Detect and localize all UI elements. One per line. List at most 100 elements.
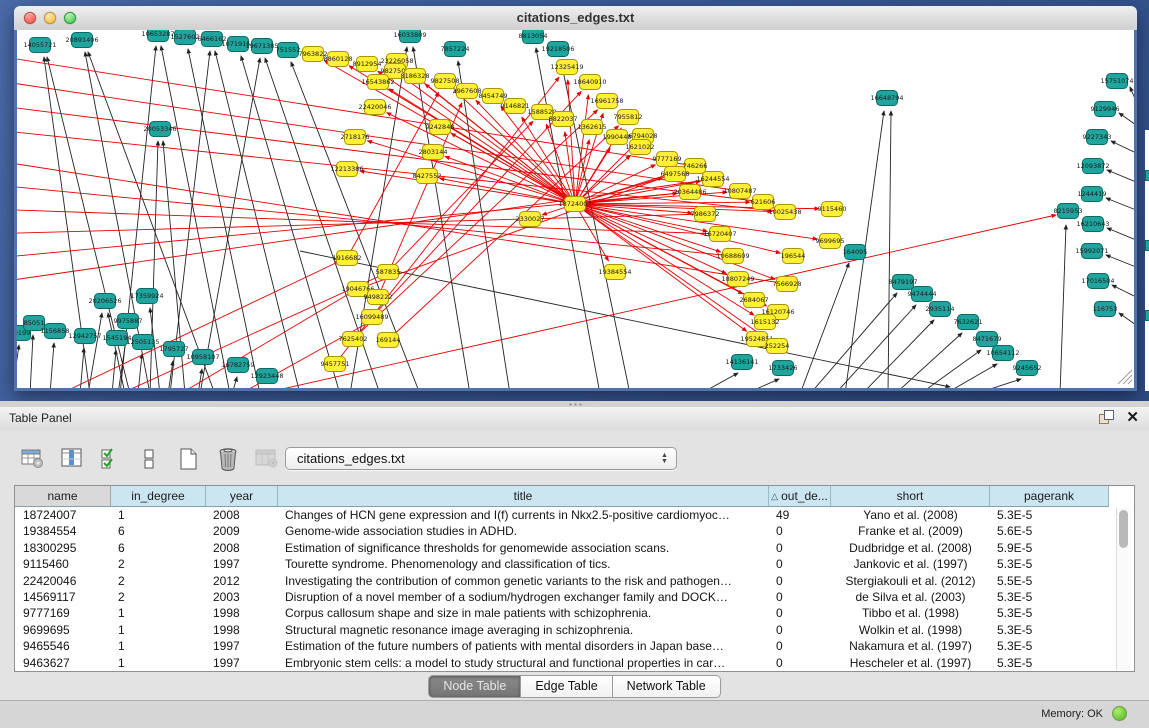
- graph-edge[interactable]: [1107, 228, 1134, 240]
- graph-edge[interactable]: [367, 141, 575, 204]
- graph-edge[interactable]: [188, 49, 260, 388]
- table-options-icon[interactable]: [20, 446, 46, 472]
- graph-edge[interactable]: [170, 51, 210, 388]
- cell-out_degree[interactable]: 49: [769, 507, 831, 523]
- cell-short[interactable]: Yano et al. (2008): [831, 507, 990, 523]
- cell-title[interactable]: Tourette syndrome. Phenomenology and cla…: [278, 556, 769, 572]
- cell-year[interactable]: 2003: [206, 589, 278, 605]
- table-row[interactable]: 946362711997Embryonic stem cells: a mode…: [15, 655, 1134, 671]
- column-header-year[interactable]: year: [206, 486, 278, 507]
- network-graph[interactable]: 1405572120891406106532871527602646616210…: [17, 30, 1134, 388]
- graph-edge[interactable]: [575, 204, 780, 253]
- graph-edge[interactable]: [241, 56, 340, 388]
- cell-title[interactable]: Structural magnetic resonance image aver…: [278, 622, 769, 638]
- cell-pagerank[interactable]: 5.9E-5: [990, 540, 1109, 556]
- resize-grip-icon[interactable]: [1118, 370, 1132, 384]
- cell-title[interactable]: Corpus callosum shape and size in male p…: [278, 605, 769, 621]
- cell-name[interactable]: 9777169: [15, 605, 111, 621]
- table-row[interactable]: 1830029562008Estimation of significance …: [15, 540, 1134, 556]
- table-scrollbar[interactable]: [1116, 508, 1131, 670]
- divider-handle-icon[interactable]: [568, 403, 582, 406]
- graph-edge[interactable]: [1060, 225, 1066, 388]
- graph-edge[interactable]: [1130, 87, 1134, 101]
- cell-name[interactable]: 18300295: [15, 540, 111, 556]
- column-header-title[interactable]: title: [278, 486, 769, 507]
- column-header-short[interactable]: short: [831, 486, 990, 507]
- table-row[interactable]: 1938455462009Genome-wide association stu…: [15, 523, 1134, 539]
- column-header-name[interactable]: name: [15, 486, 111, 507]
- cell-in_degree[interactable]: 1: [111, 622, 206, 638]
- cell-out_degree[interactable]: 0: [769, 523, 831, 539]
- tab-edge-table[interactable]: Edge Table: [521, 675, 612, 698]
- cell-year[interactable]: 1998: [206, 605, 278, 621]
- cell-short[interactable]: Jankovic et al. (1997): [831, 556, 990, 572]
- column-header-out_degree[interactable]: △out_de...: [769, 486, 831, 507]
- cell-year[interactable]: 1997: [206, 655, 278, 671]
- table-row[interactable]: 969969511998Structural magnetic resonanc…: [15, 622, 1134, 638]
- cell-in_degree[interactable]: 1: [111, 605, 206, 621]
- cell-pagerank[interactable]: 5.3E-5: [990, 638, 1109, 654]
- new-table-icon[interactable]: [176, 446, 202, 472]
- tab-network-table[interactable]: Network Table: [613, 675, 721, 698]
- cell-short[interactable]: Dudbridge et al. (2008): [831, 540, 990, 556]
- column-header-pagerank[interactable]: pagerank: [990, 486, 1109, 507]
- cell-in_degree[interactable]: 1: [111, 655, 206, 671]
- close-panel-icon[interactable]: ✕: [1126, 410, 1139, 425]
- cell-title[interactable]: Estimation of the future numbers of pati…: [278, 638, 769, 654]
- graph-edge[interactable]: [1107, 170, 1134, 182]
- table-row[interactable]: 1872400712008Changes of HCN gene express…: [15, 507, 1134, 523]
- graph-edge[interactable]: [1106, 255, 1134, 267]
- cell-pagerank[interactable]: 5.3E-5: [990, 605, 1109, 621]
- cell-name[interactable]: 19384554: [15, 523, 111, 539]
- cell-out_degree[interactable]: 0: [769, 589, 831, 605]
- window-titlebar[interactable]: citations_edges.txt: [14, 6, 1137, 31]
- table-row[interactable]: 2242004622012Investigating the contribut…: [15, 573, 1134, 589]
- cell-year[interactable]: 2008: [206, 540, 278, 556]
- column-header-in_degree[interactable]: in_degree: [111, 486, 206, 507]
- selector-stepper-icon[interactable]: ▲▼: [659, 451, 670, 467]
- cell-in_degree[interactable]: 1: [111, 638, 206, 654]
- cell-name[interactable]: 9465546: [15, 638, 111, 654]
- cell-name[interactable]: 22420046: [15, 573, 111, 589]
- graph-edge[interactable]: [353, 110, 598, 339]
- graph-edge[interactable]: [458, 61, 510, 388]
- graph-edge[interactable]: [88, 313, 102, 388]
- tab-node-table[interactable]: Node Table: [428, 675, 521, 698]
- cell-out_degree[interactable]: 0: [769, 540, 831, 556]
- cell-year[interactable]: 2009: [206, 523, 278, 539]
- cell-short[interactable]: Franke et al. (2009): [831, 523, 990, 539]
- table-row[interactable]: 946554611997Estimation of the future num…: [15, 638, 1134, 654]
- cell-title[interactable]: Disruption of a novel member of a sodium…: [278, 589, 769, 605]
- memory-ok-led-icon[interactable]: [1112, 706, 1127, 721]
- cell-year[interactable]: 1997: [206, 638, 278, 654]
- delete-column-icon[interactable]: [254, 446, 280, 472]
- graph-edge[interactable]: [80, 348, 84, 388]
- cell-in_degree[interactable]: 2: [111, 556, 206, 572]
- cell-in_degree[interactable]: 2: [111, 589, 206, 605]
- cell-title[interactable]: Changes of HCN gene expression and I(f) …: [278, 507, 769, 523]
- table-row[interactable]: 911546021997Tourette syndrome. Phenomeno…: [15, 556, 1134, 572]
- cell-year[interactable]: 1997: [206, 556, 278, 572]
- cell-in_degree[interactable]: 2: [111, 573, 206, 589]
- graph-edge[interactable]: [945, 364, 997, 388]
- cell-in_degree[interactable]: 6: [111, 540, 206, 556]
- network-canvas[interactable]: 1405572120891406106532871527602646616210…: [14, 30, 1137, 391]
- graph-edge[interactable]: [1112, 285, 1134, 297]
- cell-year[interactable]: 2012: [206, 573, 278, 589]
- graph-edge[interactable]: [895, 333, 962, 388]
- graph-edge[interactable]: [138, 354, 142, 388]
- cell-short[interactable]: Tibbo et al. (1998): [831, 605, 990, 621]
- table-row[interactable]: 977716911998Corpus callosum shape and si…: [15, 605, 1134, 621]
- graph-edge[interactable]: [575, 95, 588, 204]
- cell-year[interactable]: 1998: [206, 622, 278, 638]
- graph-edge[interactable]: [17, 345, 19, 388]
- cell-out_degree[interactable]: 0: [769, 638, 831, 654]
- graph-edge[interactable]: [1106, 198, 1134, 210]
- cell-name[interactable]: 9699695: [15, 622, 111, 638]
- cell-pagerank[interactable]: 5.3E-5: [990, 622, 1109, 638]
- cell-name[interactable]: 9115460: [15, 556, 111, 572]
- graph-edge[interactable]: [200, 58, 260, 388]
- select-all-check-icon[interactable]: [98, 446, 124, 472]
- network-window[interactable]: citations_edges.txt 14055721208914061065…: [14, 6, 1137, 391]
- cell-pagerank[interactable]: 5.5E-5: [990, 573, 1109, 589]
